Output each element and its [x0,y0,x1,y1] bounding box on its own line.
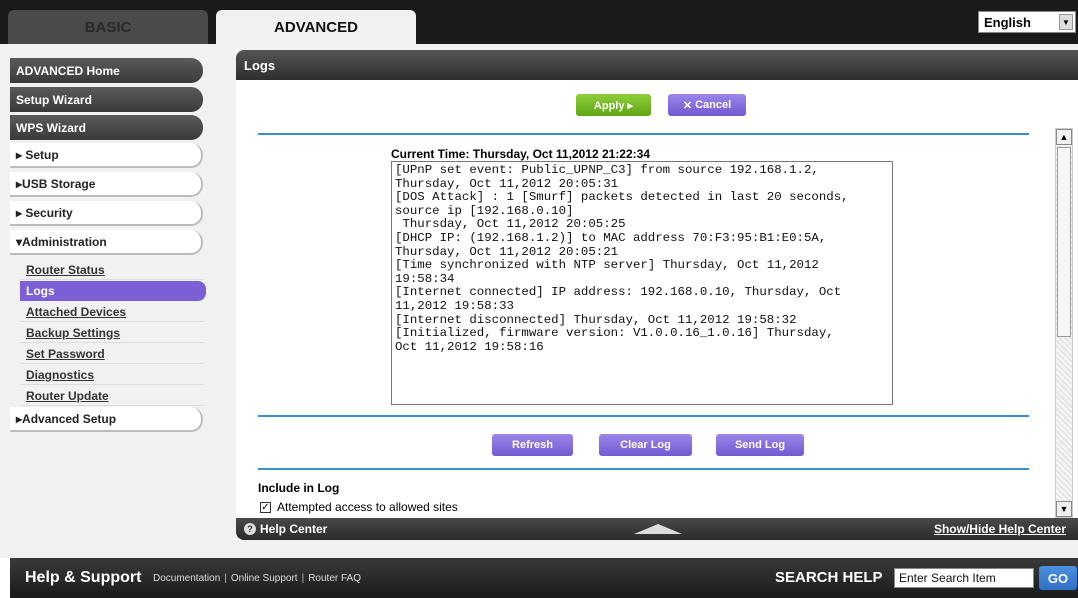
help-icon: ? [244,523,256,535]
apply-button[interactable]: Apply ▸ [576,94,651,116]
footer-title: Help & Support [25,569,142,586]
documentation-link[interactable]: Documentation [153,573,220,584]
scroll-up-icon[interactable]: ▲ [1056,129,1072,145]
cancel-button[interactable]: ✕ Cancel [668,94,746,116]
router-admin-page: BASIC ADVANCED English ▼ ADVANCED Home S… [0,0,1078,598]
sidebar-item-administration[interactable]: ▾Administration [10,230,203,255]
divider [258,133,1029,135]
logs-panel: Logs Apply ▸ ✕ Cancel Current Time: Thur… [236,50,1078,540]
scroll-down-icon[interactable]: ▼ [1056,501,1072,517]
online-support-link[interactable]: Online Support [231,573,298,584]
search-input[interactable] [894,568,1034,588]
close-icon: ✕ [682,99,693,112]
tab-basic[interactable]: BASIC [8,10,208,44]
language-select[interactable]: English ▼ [978,11,1076,33]
refresh-button[interactable]: Refresh [492,434,573,456]
sidebar-sub-set-password[interactable]: Set Password [20,344,204,364]
language-selected: English [984,14,1031,30]
divider [258,468,1029,470]
tab-advanced[interactable]: ADVANCED [216,10,416,44]
footer: Help & Support Documentation | Online Su… [10,558,1078,598]
sidebar-sub-router-update[interactable]: Router Update [20,386,204,406]
sidebar-sub-diagnostics[interactable]: Diagnostics [20,365,204,385]
send-log-button[interactable]: Send Log [716,434,804,456]
search-help-label: SEARCH HELP [775,569,883,586]
log-textarea[interactable]: [UPnP set event: Public_UPNP_C3] from so… [391,161,893,405]
panel-title: Logs [236,50,1078,80]
expand-arrow-icon[interactable] [634,524,682,534]
include-option-label: Attempted access to allowed sites [277,500,458,514]
sidebar-item-setup[interactable]: ▸ Setup [10,143,203,168]
check-icon[interactable]: ✓ [260,501,271,513]
show-hide-help-link[interactable]: Show/Hide Help Center [934,522,1066,536]
go-button[interactable]: GO [1039,566,1077,590]
sidebar-item-advanced-home[interactable]: ADVANCED Home [10,58,203,83]
sidebar-sub-backup-settings[interactable]: Backup Settings [20,323,204,343]
panel-scrollbar[interactable]: ▲ ▼ [1055,128,1073,518]
help-center-link[interactable]: ? Help Center [244,522,327,536]
top-tab-bar: BASIC ADVANCED English ▼ [0,0,1078,44]
sidebar-item-advanced-setup[interactable]: ▸Advanced Setup [10,407,203,432]
router-faq-link[interactable]: Router FAQ [308,573,361,584]
sidebar-sub-logs[interactable]: Logs [20,281,206,301]
divider [258,415,1029,417]
footer-links: Documentation | Online Support | Router … [153,573,361,584]
sidebar-item-setup-wizard[interactable]: Setup Wizard [10,87,203,112]
scroll-thumb[interactable] [1057,147,1071,337]
chevron-down-icon: ▼ [1059,14,1073,30]
sidebar-sub-attached-devices[interactable]: Attached Devices [20,302,204,322]
clear-log-button[interactable]: Clear Log [599,434,692,456]
sidebar-item-wps-wizard[interactable]: WPS Wizard [10,115,203,140]
separator: | [301,573,305,584]
current-time: Current Time: Thursday, Oct 11,2012 21:2… [391,147,651,161]
cancel-label: Cancel [695,99,732,111]
sidebar-item-usb-storage[interactable]: ▸USB Storage [10,172,203,197]
include-option-row[interactable]: ✓ Attempted access to allowed sites [260,500,458,514]
sidebar-sub-router-status[interactable]: Router Status [20,260,204,280]
include-in-log-heading: Include in Log [258,481,340,495]
help-center-bar: ? Help Center Show/Hide Help Center [236,518,1078,540]
sidebar-item-security[interactable]: ▸ Security [10,201,203,226]
help-center-label: Help Center [260,522,328,536]
separator: | [224,573,227,584]
